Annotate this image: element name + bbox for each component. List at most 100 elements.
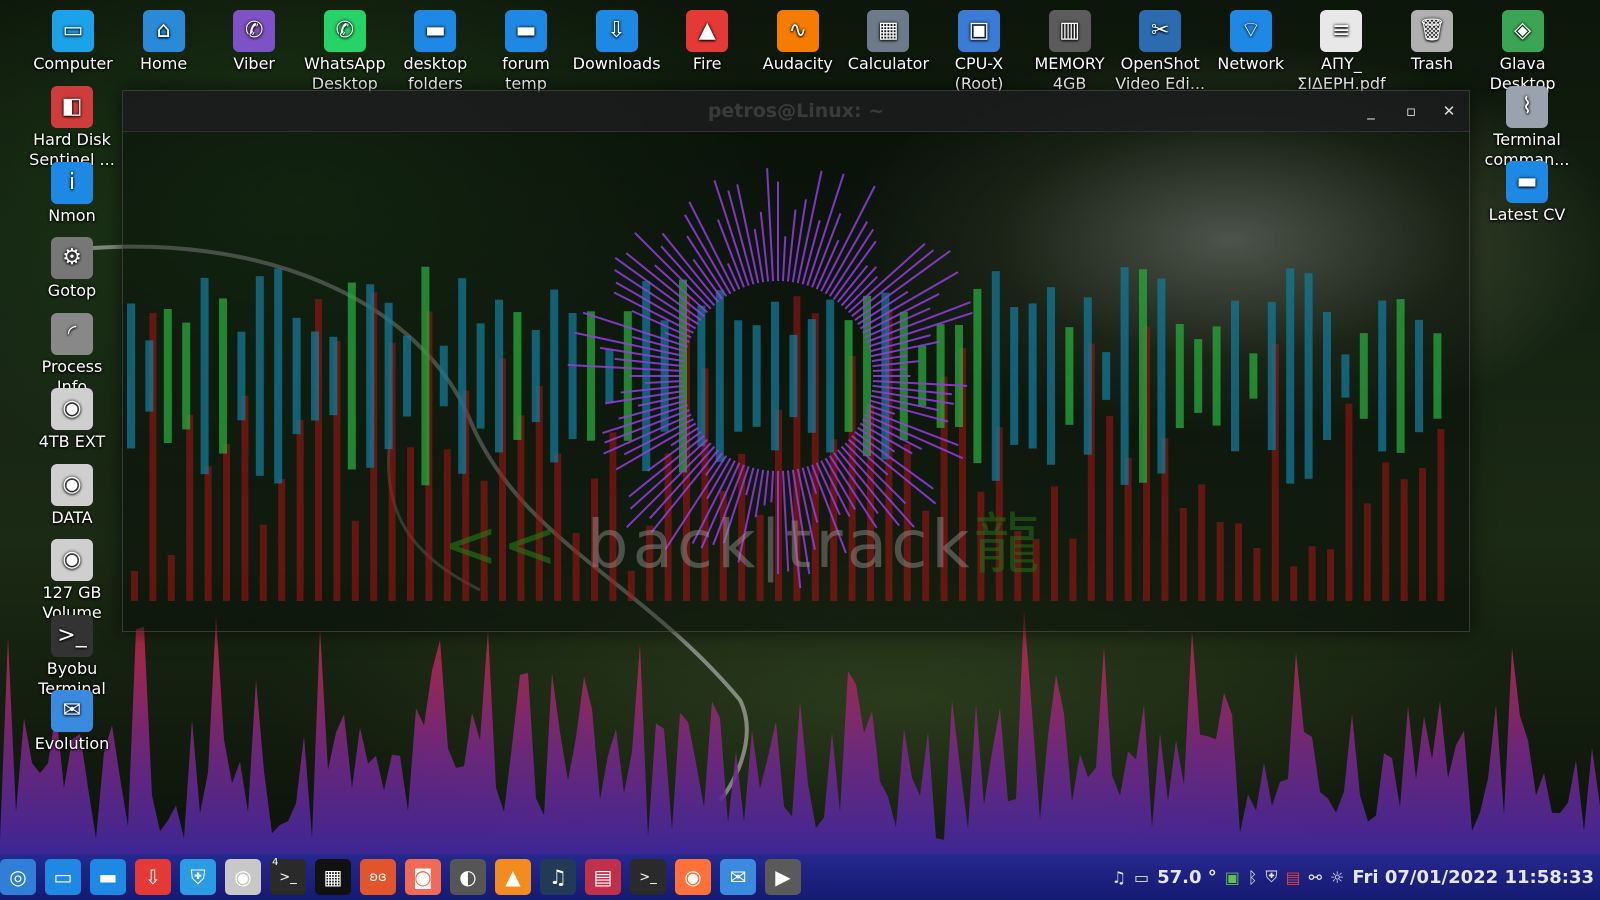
taskbar-media-app[interactable]: ▤ [585,859,621,895]
visualizer-radial-spike [781,236,787,282]
backtrack-wordmark: back|track [586,506,974,583]
left-icon-7[interactable]: >_ Byobu Terminal [26,614,118,699]
top-icon-6[interactable]: ⇩ Downloads [571,10,663,74]
drive-icon: ◉ [51,539,93,581]
taskbar-screenshot[interactable]: ◙ [405,859,441,895]
desktop-icon-label: ΑΠΥ_ ΣΙΔΕΡΗ.pdf [1297,54,1386,93]
top-icon-10[interactable]: ▣ CPU-X (Root) [933,10,1025,94]
visualizer-red-bar [351,520,359,601]
visualizer-red-bar [1051,486,1058,601]
top-icon-13[interactable]: ⌔ Network [1205,10,1297,74]
taskbar-terminal[interactable]: >_ [630,859,666,895]
taskbar-evolution[interactable]: ✉ [720,859,756,895]
visualizer-center-bar [789,334,798,418]
viber-icon: ✆ [233,10,276,52]
cpu-temperature[interactable]: 57.0 ° [1157,867,1217,888]
top-icon-11[interactable]: ▥ MEMORY 4GB [1024,10,1116,94]
left-icon-4[interactable]: ◉ 4TB EXT [26,388,118,452]
shield-icon[interactable]: ⛨ [1265,867,1277,887]
visualizer-red-bar [1437,428,1445,601]
visualizer-center-bar [1249,353,1258,399]
visualizer-red-bar [1308,546,1316,601]
taskbar-files[interactable]: ▬ [90,859,126,895]
taskbar-firefox[interactable]: ◉ [675,859,711,895]
close-button[interactable]: ✕ [1437,99,1461,123]
taskbar-file-manager[interactable]: ▭ [45,859,81,895]
taskbar-menu-button[interactable]: ◎ [0,859,36,895]
taskbar-video-app[interactable]: ▶ [765,859,801,895]
left-icon-1[interactable]: i Nmon [26,161,118,226]
visualizer-center-bar [458,278,467,474]
desktop-icon-label: Home [139,54,188,73]
top-icon-12[interactable]: ✂ OpenShot Video Edi... [1114,10,1206,94]
taskbar-disks[interactable]: ◉ [225,859,261,895]
visualizer-center-bar [531,329,540,423]
desktop-icon-label: Network [1217,54,1285,73]
window-titlebar[interactable]: petros@Linux: ~ _ ▫ ✕ [123,91,1469,132]
taskbar-music-player[interactable]: ♫ [540,859,576,895]
visualizer-red-bar [1345,403,1353,601]
visualizer-center-bar [329,336,338,416]
thermometer-icon[interactable]: ▭ [1134,868,1149,887]
visualizer-center-bar [715,290,724,462]
top-icon-16[interactable]: ◈ Glava Desktop [1477,10,1569,94]
top-icon-15[interactable]: 🗑 Trash [1386,10,1478,74]
right-icon-1[interactable]: ▬ Latest CV [1481,161,1573,225]
visualizer-center-bar [771,301,779,451]
taskbar-calculator[interactable]: ▦ [315,859,351,895]
top-icon-0[interactable]: ▭ Computer [27,10,119,74]
top-icon-9[interactable]: ▦ Calculator [842,10,934,74]
top-icon-7[interactable]: ▲ Fire [661,10,753,74]
music-note-icon[interactable]: ♫ [1112,868,1126,887]
right-icon-0[interactable]: ⌇ Terminal comman... [1481,86,1573,170]
desktop-icon-label: Latest CV [1488,205,1566,224]
visualizer-radial-spike [766,168,775,282]
visualizer-radial-spike [726,263,741,290]
visualizer-center-bar [936,324,945,428]
top-icon-3[interactable]: ✆ WhatsApp Desktop [299,10,391,94]
visualizer-red-bar [186,414,194,601]
taskbar-nautilus[interactable]: ◐ [450,859,486,895]
desktop-icon-label: Trash [1410,54,1454,73]
taskbar-terminal-4[interactable]: >_ 4 [270,857,306,895]
drive-icon: ◉ [51,388,93,430]
taskbar-vlc[interactable]: ▲ [495,859,531,895]
brightness-icon[interactable]: ☼ [1330,868,1344,887]
visualizer-center-bar [237,331,246,421]
network-icon[interactable]: ⚯ [1309,868,1322,887]
clock[interactable]: Fri 07/01/2022 11:58:33 [1352,867,1594,888]
taskbar-vpn[interactable]: ⛨ [180,859,216,895]
image-icon[interactable]: ▣ [1225,868,1240,887]
visualizer-center-bar [807,319,816,433]
desktop-icon-label: Downloads [572,54,661,73]
backtrack-dragon: 龍 [973,506,1044,583]
bluetooth-icon[interactable]: ᛒ [1248,868,1258,887]
left-icon-8[interactable]: ✉ Evolution [26,690,118,754]
top-icon-14[interactable]: ≡ ΑΠΥ_ ΣΙΔΕΡΗ.pdf [1295,10,1387,94]
visualizer-red-bar [1327,549,1334,601]
top-icon-2[interactable]: ✆ Viber [208,10,300,74]
left-icon-0[interactable]: ◧ Hard Disk Sentinel ... [26,86,118,170]
maximize-button[interactable]: ▫ [1399,99,1423,123]
visualizer-center-bar [311,331,319,421]
top-icon-8[interactable]: ∿ Audacity [752,10,844,74]
window-icon: ▭ [53,865,73,889]
us-flag-icon[interactable]: ▤ [1286,868,1301,887]
taskbar-downloader[interactable]: ⇩ [135,859,171,895]
top-icon-5[interactable]: ▬ forum temp [480,10,572,94]
top-icon-1[interactable]: ⌂ Home [118,10,210,74]
taskbar-butterfly-app[interactable]: ʚɞ [360,859,396,895]
left-icon-5[interactable]: ◉ DATA [26,463,118,528]
visualizer-center-bar [1047,287,1055,465]
visualizer-red-bar [131,571,138,601]
folder-icon: ▬ [414,10,457,52]
visualizer-center-bar [292,317,301,435]
visualizer-center-bar [384,302,393,450]
visualizer-center-bar [439,345,448,407]
left-icon-3[interactable]: ◜ Process Info [26,312,118,397]
top-icon-4[interactable]: ▬ desktop folders [389,10,481,94]
terminal-window[interactable]: petros@Linux: ~ _ ▫ ✕ << back|track龍 [122,90,1470,632]
minimize-button[interactable]: _ [1359,99,1383,123]
left-icon-2[interactable]: ⚙ Gotop [26,237,118,301]
left-icon-6[interactable]: ◉ 127 GB Volume [26,539,118,623]
